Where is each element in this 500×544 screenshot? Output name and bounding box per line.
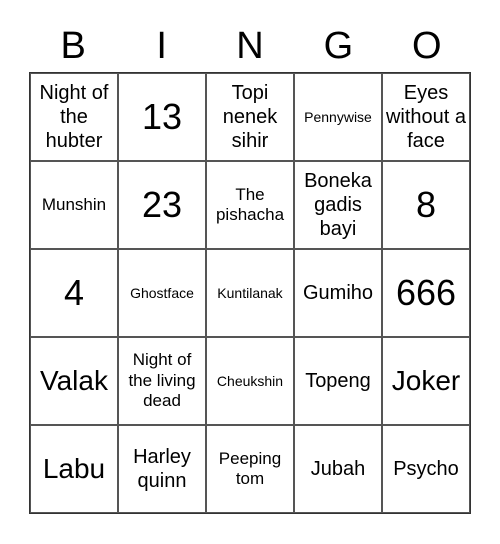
bingo-cell[interactable]: Joker [382,337,470,425]
bingo-cell[interactable]: Pennywise [294,73,382,161]
bingo-cell[interactable]: 666 [382,249,470,337]
bingo-cell[interactable]: Peeping tom [206,425,294,513]
header-letter-i: I [156,25,167,67]
bingo-cell[interactable]: Topi nenek sihir [206,73,294,161]
bingo-cell[interactable]: Psycho [382,425,470,513]
header-letter-o: O [412,25,442,67]
bingo-cell[interactable]: 13 [118,73,206,161]
bingo-cell[interactable]: Valak [30,337,118,425]
bingo-cell[interactable]: Kuntilanak [206,249,294,337]
bingo-cell[interactable]: Night of the living dead [118,337,206,425]
bingo-cell[interactable]: Munshin [30,161,118,249]
bingo-header: B I N G O [29,20,471,72]
bingo-cell[interactable]: 4 [30,249,118,337]
bingo-cell[interactable]: Night of the hubter [30,73,118,161]
bingo-cell[interactable]: 23 [118,161,206,249]
bingo-cell[interactable]: Harley quinn [118,425,206,513]
bingo-card-grid: Night of the hubter 13 Topi nenek sihir … [29,72,471,514]
header-letter-g: G [323,25,354,67]
header-letter-b: B [60,25,86,67]
bingo-cell[interactable]: 8 [382,161,470,249]
bingo-cell[interactable]: Topeng [294,337,382,425]
bingo-cell[interactable]: Eyes without a face [382,73,470,161]
bingo-cell[interactable]: Jubah [294,425,382,513]
bingo-cell[interactable]: Labu [30,425,118,513]
header-letter-n: N [236,25,264,67]
bingo-cell[interactable]: Ghostface [118,249,206,337]
bingo-cell[interactable]: The pishacha [206,161,294,249]
bingo-cell[interactable]: Gumiho [294,249,382,337]
bingo-cell[interactable]: Cheukshin [206,337,294,425]
bingo-cell[interactable]: Boneka gadis bayi [294,161,382,249]
